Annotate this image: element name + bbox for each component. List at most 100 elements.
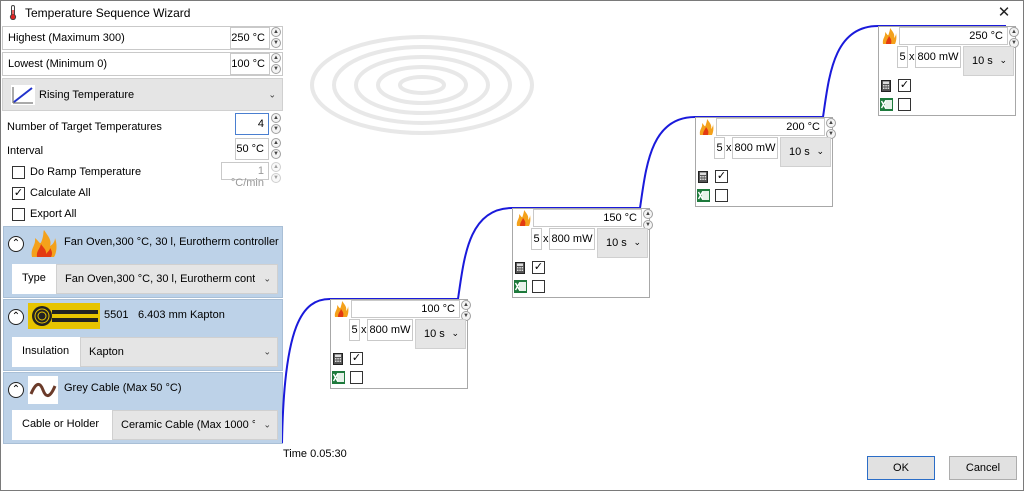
num-targets-input[interactable]: 4 (235, 113, 269, 135)
flame-icon (699, 119, 714, 135)
step-temperature-input[interactable]: 100 °C (351, 300, 460, 318)
mode-dropdown[interactable]: Rising Temperature ⌄ (2, 78, 283, 111)
num-targets-label: Number of Target Temperatures (7, 121, 162, 133)
flame-icon (882, 28, 897, 44)
step-card: 150 °C ▲ ▼ 5 x 800 mW 10 s ⌄ ✓ (512, 208, 653, 298)
step-card: 200 °C ▲ ▼ 5 x 800 mW 10 s ⌄ ✓ (695, 117, 836, 207)
collapse-icon[interactable]: ⌃ (8, 309, 24, 325)
flame-icon (31, 230, 57, 257)
calculator-icon (698, 171, 708, 183)
oven-type-label: Type (22, 272, 46, 284)
calculator-icon (881, 80, 891, 92)
step-power-input[interactable]: 800 mW (549, 228, 595, 250)
interval-input[interactable]: 50 °C (235, 138, 269, 160)
chevron-down-icon: ⌄ (263, 273, 271, 284)
title-bar: Temperature Sequence Wizard ✕ (1, 1, 1023, 25)
chevron-down-icon: ⌄ (816, 146, 824, 156)
collapse-icon[interactable]: ⌃ (8, 382, 24, 398)
ramp-label: Do Ramp Temperature (30, 166, 142, 178)
highest-input[interactable]: 250 °C (230, 27, 270, 49)
collapse-icon[interactable]: ⌃ (8, 236, 24, 252)
chevron-down-icon: ⌄ (263, 419, 271, 430)
chevron-down-icon: ⌄ (999, 55, 1007, 65)
step-card: 250 °C ▲ ▼ 5 x 800 mW 10 s ⌄ ✓ (878, 26, 1019, 116)
flame-icon (334, 301, 349, 317)
calculator-icon (515, 262, 525, 274)
ramp-spinner[interactable]: ▲ ▼ (271, 162, 281, 184)
cable-title: Grey Cable (Max 50 °C) (64, 382, 182, 394)
ramp-checkbox[interactable] (12, 166, 25, 179)
thermometer-icon (9, 5, 17, 20)
times-sign: x (726, 142, 732, 154)
ok-button[interactable]: OK (867, 456, 935, 480)
time-label: Time 0.05:30 (283, 448, 347, 460)
chevron-down-icon: ⌄ (263, 346, 271, 357)
excel-icon (880, 98, 893, 111)
highest-label: Highest (Maximum 300) (8, 32, 125, 44)
step-calculate-checkbox[interactable]: ✓ (532, 261, 545, 274)
step-card: 100 °C ▲ ▼ 5 x 800 mW 10 s ⌄ ✓ (330, 299, 471, 389)
cancel-button[interactable]: Cancel (949, 456, 1017, 480)
cable-holder-value: Ceramic Cable (Max 1000 ° (121, 419, 255, 431)
insulation-row: Insulation Kapton ⌄ (12, 337, 278, 367)
step-time-value: 10 s (972, 55, 993, 67)
flame-icon (516, 210, 531, 226)
interval-label: Interval (7, 145, 44, 157)
cable-holder-row: Cable or Holder Ceramic Cable (Max 1000 … (12, 410, 278, 440)
excel-icon (697, 189, 710, 202)
step-calculate-checkbox[interactable]: ✓ (350, 352, 363, 365)
step-power-input[interactable]: 800 mW (915, 46, 961, 68)
sensor-title: 6.403 mm Kapton (138, 309, 225, 321)
highest-row: Highest (Maximum 300) 250 °C ▲ ▼ (2, 26, 283, 50)
cable-icon (28, 376, 58, 404)
oven-type-row: Type Fan Oven,300 °C, 30 l, Eurotherm co… (12, 264, 278, 294)
step-temperature-input[interactable]: 150 °C (533, 209, 642, 227)
step-count-input[interactable]: 5 (531, 228, 542, 250)
interval-spinner[interactable]: ▲ ▼ (271, 138, 281, 160)
oven-type-dropdown[interactable]: Fan Oven,300 °C, 30 l, Eurotherm cont ⌄ (56, 264, 278, 294)
lowest-spinner[interactable]: ▲ ▼ (271, 53, 281, 75)
step-export-checkbox[interactable] (350, 371, 363, 384)
calculator-icon (333, 353, 343, 365)
num-targets-spinner[interactable]: ▲ ▼ (271, 113, 281, 135)
highest-spinner[interactable]: ▲ ▼ (271, 27, 281, 49)
step-count-input[interactable]: 5 (714, 137, 725, 159)
step-power-input[interactable]: 800 mW (367, 319, 413, 341)
ramp-input[interactable]: 1 °C/min (221, 162, 269, 189)
cable-section: ⌃ Grey Cable (Max 50 °C) Cable or Holder… (3, 372, 283, 444)
step-time-dropdown[interactable]: 10 s ⌄ (415, 319, 466, 349)
step-export-checkbox[interactable] (898, 98, 911, 111)
chevron-down-icon: ⌄ (451, 328, 459, 338)
step-temperature-input[interactable]: 200 °C (716, 118, 825, 136)
excel-icon (332, 371, 345, 384)
step-time-dropdown[interactable]: 10 s ⌄ (963, 46, 1014, 76)
insulation-label: Insulation (22, 345, 70, 357)
step-time-dropdown[interactable]: 10 s ⌄ (780, 137, 831, 167)
step-count-input[interactable]: 5 (897, 46, 908, 68)
close-icon: ✕ (997, 4, 1011, 21)
sensor-id: 5501 (104, 309, 129, 321)
rising-temperature-icon (11, 85, 35, 105)
step-count-input[interactable]: 5 (349, 319, 360, 341)
wizard-window: Temperature Sequence Wizard ✕ Highest (M… (0, 0, 1024, 491)
step-time-value: 10 s (424, 328, 445, 340)
chevron-down-icon: ⌄ (268, 89, 276, 99)
chevron-down-icon: ⌄ (633, 237, 641, 247)
calculate-all-checkbox[interactable]: ✓ (12, 187, 25, 200)
step-calculate-checkbox[interactable]: ✓ (715, 170, 728, 183)
step-export-checkbox[interactable] (715, 189, 728, 202)
lowest-input[interactable]: 100 °C (230, 53, 270, 75)
step-calculate-checkbox[interactable]: ✓ (898, 79, 911, 92)
step-time-dropdown[interactable]: 10 s ⌄ (597, 228, 648, 258)
step-export-checkbox[interactable] (532, 280, 545, 293)
insulation-value: Kapton (89, 346, 124, 358)
step-time-value: 10 s (789, 146, 810, 158)
times-sign: x (361, 324, 367, 336)
close-button[interactable]: ✕ (993, 3, 1015, 23)
export-all-checkbox[interactable] (12, 208, 25, 221)
step-power-input[interactable]: 800 mW (732, 137, 778, 159)
cable-holder-dropdown[interactable]: Ceramic Cable (Max 1000 ° ⌄ (112, 410, 278, 440)
insulation-dropdown[interactable]: Kapton ⌄ (80, 337, 278, 367)
lowest-row: Lowest (Minimum 0) 100 °C ▲ ▼ (2, 52, 283, 76)
step-temperature-input[interactable]: 250 °C (899, 27, 1008, 45)
